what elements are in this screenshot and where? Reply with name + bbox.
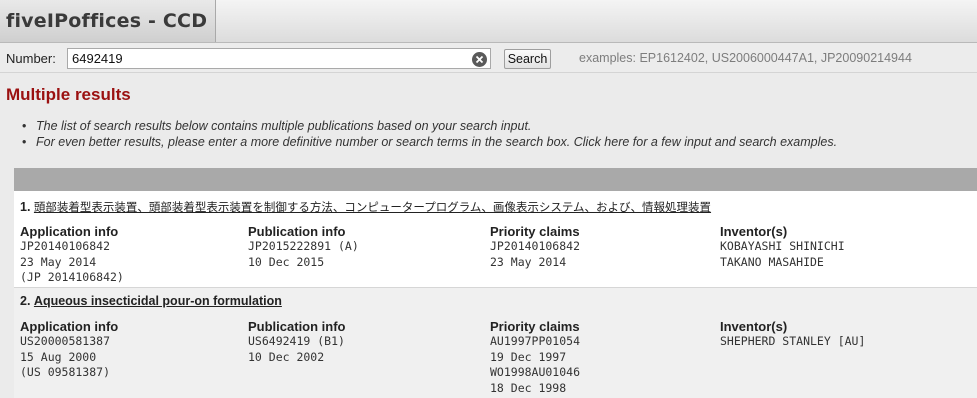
result-number: 1.	[20, 200, 31, 214]
bullet-icon: •	[22, 135, 27, 149]
result-item: 2. Aqueous insecticidal pour-on formulat…	[14, 288, 977, 398]
note-item: • The list of search results below contai…	[22, 118, 972, 134]
application-info: Application info JP20140106842 23 May 20…	[20, 224, 124, 286]
publication-info-heading: Publication info	[248, 319, 346, 334]
bullet-icon: •	[22, 119, 27, 133]
priority-date: 23 May 2014	[490, 254, 567, 269]
note-item[interactable]: • For even better results, please enter a…	[22, 134, 972, 150]
inventor-name: TAKANO MASAHIDE	[720, 254, 824, 269]
results-list: 1. 頭部装着型表示装置、頭部装着型表示装置を制御する方法、コンピュータープログ…	[14, 168, 977, 398]
result-item: 1. 頭部装着型表示装置、頭部装着型表示装置を制御する方法、コンピュータープログ…	[14, 191, 977, 288]
inventor-name: SHEPHERD STANLEY [AU]	[720, 334, 866, 348]
result-number: 2.	[20, 294, 31, 308]
application-info-heading: Application info	[20, 224, 119, 239]
inventor-name: KOBAYASHI SHINICHI	[720, 239, 845, 253]
app-title: fiveIPoffices - CCD	[6, 10, 208, 32]
publication-info: Publication info JP2015222891 (A) 10 Dec…	[248, 224, 359, 270]
priority-number: WO1998AU01046	[490, 365, 581, 379]
priority-date: 18 Dec 1998	[490, 380, 567, 395]
application-info: Application info US20000581387 15 Aug 20…	[20, 319, 118, 381]
inventors-heading: Inventor(s)	[720, 224, 788, 239]
priority-claims-heading: Priority claims	[490, 319, 580, 334]
priority-claims: Priority claims AU1997PP01054 19 Dec 199…	[490, 319, 580, 396]
number-input[interactable]	[67, 48, 491, 69]
priority-claims-heading: Priority claims	[490, 224, 580, 239]
search-examples: examples: EP1612402, US2006000447A1, JP2…	[579, 51, 912, 65]
application-date: 15 Aug 2000	[20, 349, 97, 364]
priority-number: AU1997PP01054	[490, 334, 581, 348]
application-number: JP20140106842	[20, 239, 111, 253]
publication-date: 10 Dec 2002	[248, 349, 325, 364]
clear-icon[interactable]	[472, 52, 487, 67]
priority-number: JP20140106842	[490, 239, 581, 253]
inventors-heading: Inventor(s)	[720, 319, 788, 334]
number-label: Number:	[6, 51, 56, 66]
application-original-number: (US 09581387)	[20, 365, 111, 379]
result-title-link[interactable]: Aqueous insecticidal pour-on formulation	[34, 294, 282, 308]
result-title-link[interactable]: 頭部装着型表示装置、頭部装着型表示装置を制御する方法、コンピュータープログラム、…	[34, 200, 711, 214]
title-box: fiveIPoffices - CCD	[0, 0, 216, 42]
publication-number: US6492419 (B1)	[248, 334, 345, 348]
publication-info-heading: Publication info	[248, 224, 346, 239]
priority-date: 19 Dec 1997	[490, 349, 567, 364]
note-text[interactable]: For even better results, please enter a …	[36, 135, 837, 149]
title-bar: fiveIPoffices - CCD	[0, 0, 977, 43]
application-original-number: (JP 2014106842)	[20, 270, 124, 284]
search-bar: Number: Search examples: EP1612402, US20…	[0, 43, 977, 73]
inventors: Inventor(s) SHEPHERD STANLEY [AU]	[720, 319, 865, 350]
publication-number: JP2015222891 (A)	[248, 239, 359, 253]
publication-date: 10 Dec 2015	[248, 254, 325, 269]
results-header-bar	[14, 168, 977, 191]
page-heading: Multiple results	[6, 85, 131, 104]
priority-claims: Priority claims JP20140106842 23 May 201…	[490, 224, 580, 270]
publication-info: Publication info US6492419 (B1) 10 Dec 2…	[248, 319, 346, 365]
notes-list: • The list of search results below contai…	[22, 118, 972, 150]
application-date: 23 May 2014	[20, 254, 97, 269]
application-info-heading: Application info	[20, 319, 119, 334]
search-button[interactable]: Search	[504, 49, 551, 69]
inventors: Inventor(s) KOBAYASHI SHINICHI TAKANO MA…	[720, 224, 845, 270]
application-number: US20000581387	[20, 334, 111, 348]
result-title: 1. 頭部装着型表示装置、頭部装着型表示装置を制御する方法、コンピュータープログ…	[20, 199, 711, 215]
note-text: The list of search results below contain…	[36, 119, 532, 133]
result-title: 2. Aqueous insecticidal pour-on formulat…	[20, 294, 282, 308]
